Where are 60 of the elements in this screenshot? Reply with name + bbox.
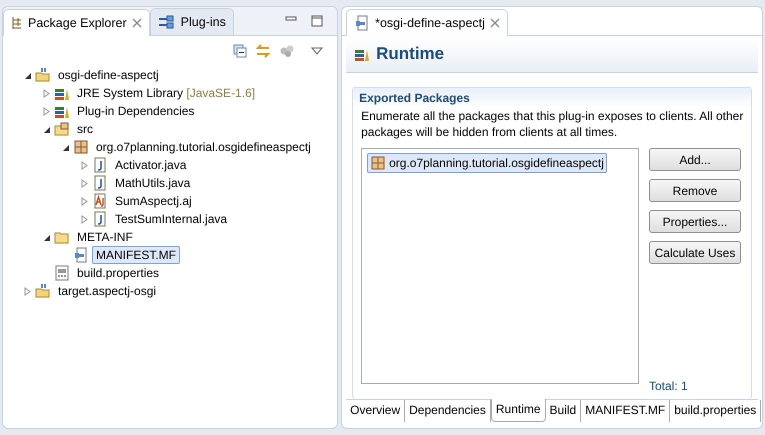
tree-item[interactable]: SumAspectj.aj [111,192,196,210]
section-title: Exported Packages [353,88,751,108]
page-title: Runtime [376,44,444,64]
collapsed-arrow-icon[interactable] [23,286,32,296]
tree-item[interactable]: osgi-define-aspectj [54,66,163,84]
view-tab[interactable]: Plug-ins [150,8,234,35]
section-description: Enumerate all the packages that this plug-in exposes to clients. All other packages will be hidden from clients at all times. [360,108,744,140]
properties-file-icon [54,265,70,281]
project-icon [35,67,51,83]
collapsed-arrow-icon[interactable] [80,178,89,188]
collapsed-arrow-icon[interactable] [42,106,51,116]
package-tree-icon [11,16,23,30]
package-icon [73,139,89,155]
action-button[interactable]: Calculate Uses [649,241,741,264]
action-button[interactable]: Remove [649,179,741,202]
filter-dots-icon[interactable] [279,44,296,58]
java-file-icon [92,211,108,227]
plugin-file-icon [73,247,89,263]
plugins-icon [158,15,176,29]
collapsed-arrow-icon[interactable] [80,160,89,170]
java-file-icon [92,157,108,173]
action-button[interactable]: Add... [649,148,741,171]
page-tab[interactable]: Build [546,400,582,422]
collapse-all-icon[interactable] [233,44,248,58]
collapsed-arrow-icon[interactable] [42,88,51,98]
close-icon[interactable] [132,18,142,28]
tree-item[interactable]: TestSumInternal.java [111,210,232,228]
package-list[interactable]: org.o7planning.tutorial.osgidefineaspectj [361,148,639,384]
collapsed-arrow-icon[interactable] [80,196,89,206]
editor-tab[interactable]: *osgi-define-aspectj [346,9,508,36]
expanded-arrow-icon[interactable] [61,142,70,152]
page-tab[interactable]: Runtime [490,399,546,422]
tree-item[interactable]: Plug-in Dependencies [73,102,198,120]
tree-item[interactable]: MANIFEST.MF [92,246,180,264]
total-count: Total: 1 [649,379,689,393]
tree-item[interactable]: build.properties [73,264,164,282]
aspect-file-icon [92,193,108,209]
close-icon[interactable] [490,18,500,28]
tree-item[interactable]: src [73,120,97,138]
expanded-arrow-icon[interactable] [23,70,32,80]
collapsed-arrow-icon[interactable] [80,214,89,224]
action-button[interactable]: Properties... [649,210,741,233]
package-icon [370,155,386,171]
tree-item[interactable]: META-INF [73,228,137,246]
package-folder-icon [54,121,70,137]
java-file-icon [92,175,108,191]
tree-item[interactable]: JRE System Library [JavaSE-1.6] [73,84,260,102]
tree-item[interactable]: org.o7planning.tutorial.osgidefineaspectj [92,138,315,156]
expanded-arrow-icon[interactable] [42,232,51,242]
view-tab[interactable]: Package Explorer [3,9,150,36]
expanded-arrow-icon[interactable] [42,124,51,134]
link-arrows-icon[interactable] [255,44,272,58]
maximize-icon[interactable] [311,15,324,27]
plugin-file-icon [354,15,370,31]
view-menu-icon[interactable] [311,47,324,55]
tree-item[interactable]: target.aspectj-osgi [54,282,160,300]
tree-item[interactable]: MathUtils.java [111,174,194,192]
project-icon [35,283,51,299]
tree-item[interactable]: Activator.java [111,156,190,174]
package-item[interactable]: org.o7planning.tutorial.osgidefineaspectj [367,153,607,173]
